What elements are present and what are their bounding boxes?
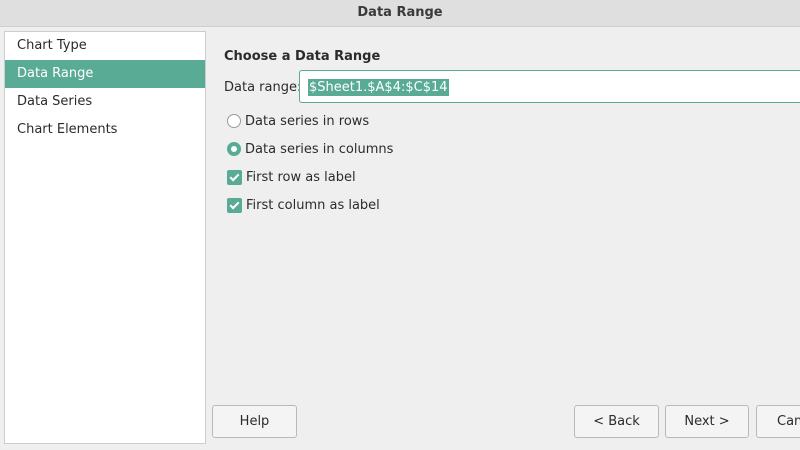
first-column-label-option[interactable]: First column as label: [227, 196, 380, 214]
data-range-input[interactable]: $Sheet1.$A$4:$C$14: [299, 70, 800, 103]
next-button[interactable]: Next >: [665, 405, 749, 438]
data-range-label: Data range:: [224, 80, 302, 95]
series-in-columns-radio[interactable]: [227, 142, 241, 156]
sidebar-item-data-series[interactable]: Data Series: [5, 88, 205, 116]
series-in-rows-label: Data series in rows: [245, 113, 370, 129]
series-in-rows-radio[interactable]: [227, 114, 241, 128]
first-row-label-option[interactable]: First row as label: [227, 168, 356, 186]
data-range-value: $Sheet1.$A$4:$C$14: [308, 79, 449, 96]
cancel-button[interactable]: Can: [756, 405, 800, 438]
window-title: Data Range: [357, 5, 443, 20]
first-column-label-text: First column as label: [246, 197, 380, 213]
series-in-columns-label: Data series in columns: [245, 141, 394, 157]
wizard-steps-sidebar: Chart Type Data Range Data Series Chart …: [4, 31, 206, 444]
window-titlebar: Data Range: [0, 0, 800, 27]
sidebar-item-chart-type[interactable]: Chart Type: [5, 32, 205, 60]
sidebar-item-chart-elements[interactable]: Chart Elements: [5, 116, 205, 144]
first-row-label-checkbox[interactable]: [227, 169, 242, 185]
sidebar-item-data-range[interactable]: Data Range: [5, 60, 205, 88]
series-in-rows-option[interactable]: Data series in rows: [227, 112, 369, 130]
back-button[interactable]: < Back: [574, 405, 659, 438]
first-column-label-checkbox[interactable]: [227, 197, 242, 213]
first-row-label-text: First row as label: [246, 169, 356, 185]
series-in-columns-option[interactable]: Data series in columns: [227, 140, 393, 158]
section-title: Choose a Data Range: [224, 49, 381, 64]
help-button[interactable]: Help: [212, 405, 297, 438]
data-range-panel: Choose a Data Range Data range: $Sheet1.…: [208, 31, 800, 450]
